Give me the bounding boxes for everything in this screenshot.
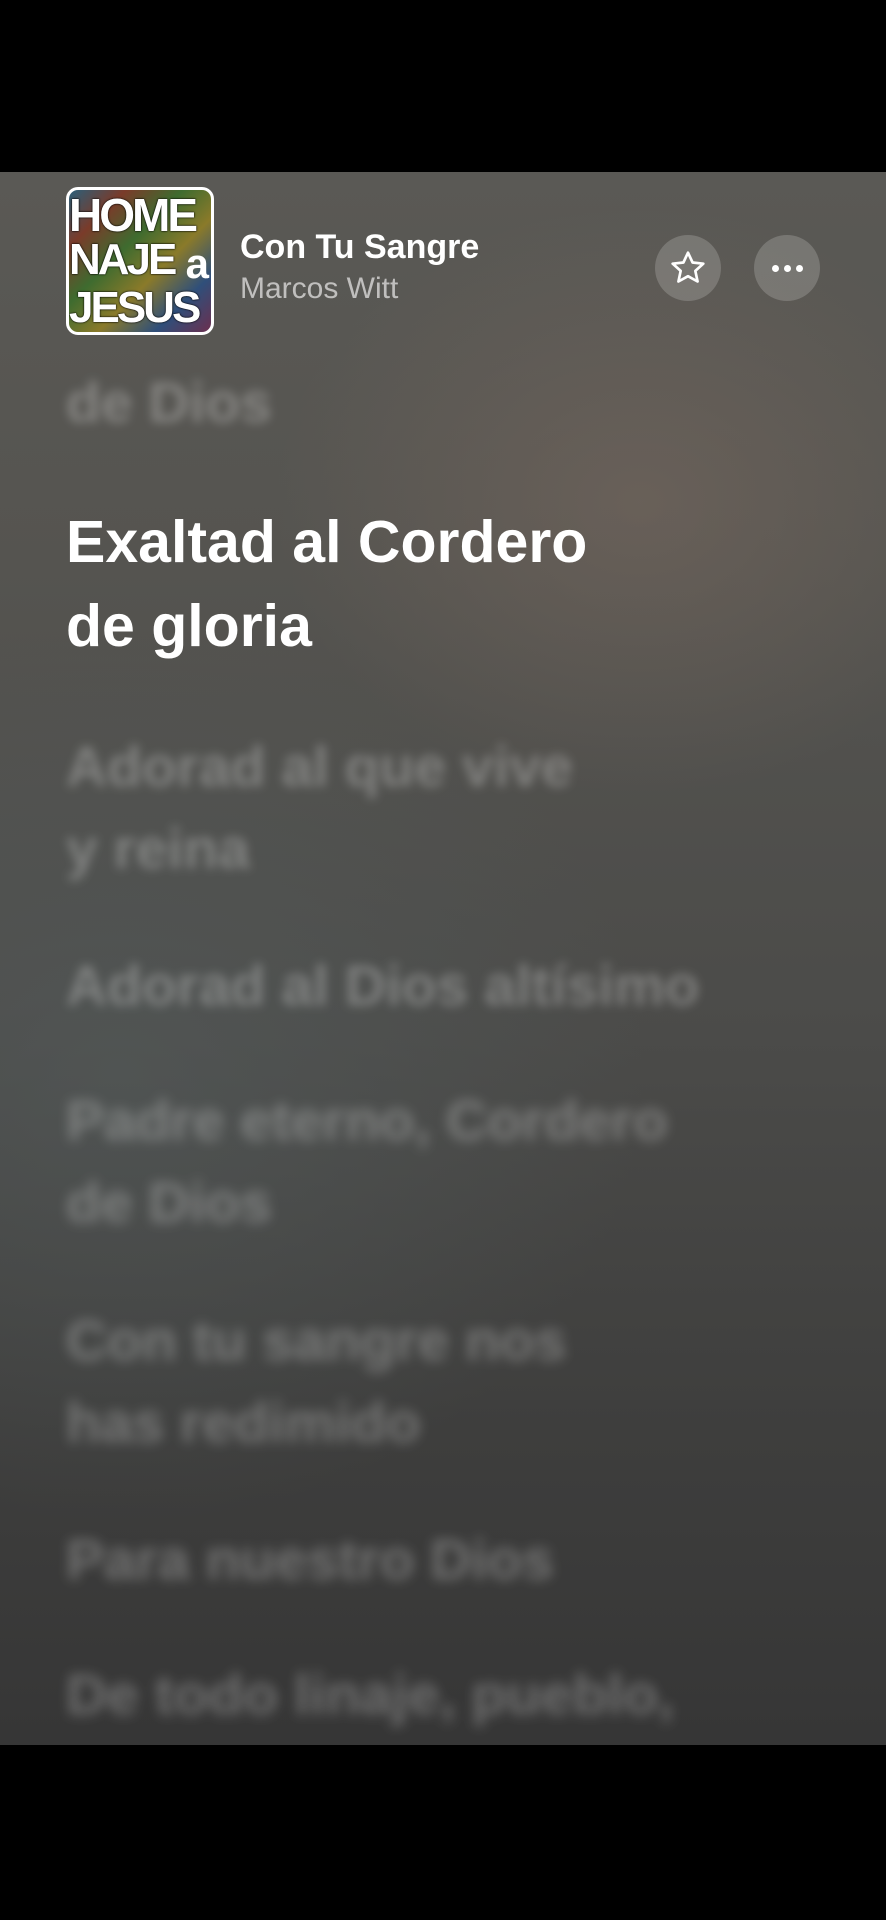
lyric-line[interactable]: Adorad al Dios altísimo: [66, 945, 826, 1027]
lyric-line-current[interactable]: Exaltad al Cordero de gloria: [66, 500, 826, 668]
now-playing-header: HOME NAJE a JESUS Con Tu Sangre Marcos W…: [0, 172, 886, 352]
lyric-line[interactable]: Para nuestro Dios: [66, 1519, 826, 1601]
song-artist[interactable]: Marcos Witt: [240, 272, 398, 306]
album-artwork[interactable]: HOME NAJE a JESUS: [66, 187, 214, 335]
bottom-black-bar: [0, 1745, 886, 1920]
lyrics-screen: HOME NAJE a JESUS Con Tu Sangre Marcos W…: [0, 172, 886, 1745]
ellipsis-icon: [771, 264, 803, 272]
lyric-line[interactable]: De todo linaje, pueblo,: [66, 1654, 826, 1736]
lyric-line[interactable]: Padre eterno, Cordero de Dios: [66, 1080, 826, 1244]
lyric-line[interactable]: Con tu sangre nos has redimido: [66, 1300, 826, 1464]
star-icon: [671, 251, 705, 283]
lyric-line[interactable]: Adorad al que vive y reina: [66, 726, 826, 890]
top-black-bar: [0, 0, 886, 172]
more-options-button[interactable]: [754, 235, 820, 301]
song-title[interactable]: Con Tu Sangre: [240, 228, 479, 267]
favorite-button[interactable]: [655, 235, 721, 301]
lyric-line-previous[interactable]: de Dios: [66, 362, 826, 444]
